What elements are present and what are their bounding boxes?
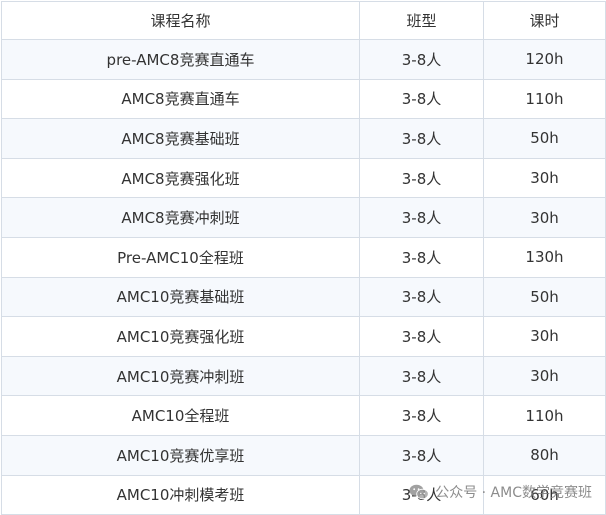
table-body: pre-AMC8竞赛直通车 3-8人 120h AMC8竞赛直通车 3-8人 1…	[1, 39, 606, 515]
cell-hours: 30h	[483, 197, 606, 238]
cell-hours: 50h	[483, 276, 606, 318]
course-table-page: 课程名称 班型 课时 pre-AMC8竞赛直通车 3-8人 120h AMC8竞…	[0, 0, 606, 515]
table-row: AMC8竞赛直通车 3-8人 110h	[1, 78, 606, 120]
cell-hours: 120h	[483, 39, 606, 80]
table-header: 课程名称 班型 课时	[1, 1, 606, 40]
cell-course-name: AMC10竞赛优享班	[1, 434, 360, 476]
cell-class-type: 3-8人	[359, 474, 484, 515]
table-row: AMC8竞赛强化班 3-8人 30h	[1, 157, 606, 199]
cell-hours: 50h	[483, 118, 606, 159]
table-row: AMC10竞赛强化班 3-8人 30h	[1, 316, 606, 357]
cell-hours: 30h	[483, 157, 606, 199]
cell-class-type: 3-8人	[359, 236, 484, 278]
cell-class-type: 3-8人	[359, 434, 484, 476]
cell-course-name: AMC8竞赛冲刺班	[1, 197, 360, 238]
cell-class-type: 3-8人	[359, 78, 484, 120]
cell-course-name: pre-AMC8竞赛直通车	[1, 39, 360, 80]
cell-hours: 110h	[483, 395, 606, 436]
header-row: 课程名称 班型 课时	[1, 1, 606, 40]
cell-class-type: 3-8人	[359, 39, 484, 80]
table-row: AMC8竞赛基础班 3-8人 50h	[1, 118, 606, 159]
cell-hours: 60h	[483, 474, 606, 515]
header-hours: 课时	[483, 1, 606, 40]
header-class-type: 班型	[359, 1, 484, 40]
table-row: AMC10冲刺模考班 3-8人 60h	[1, 474, 606, 515]
table-row: AMC10竞赛优享班 3-8人 80h	[1, 434, 606, 476]
table-row: pre-AMC8竞赛直通车 3-8人 120h	[1, 39, 606, 80]
header-course-name: 课程名称	[1, 1, 360, 40]
cell-class-type: 3-8人	[359, 118, 484, 159]
cell-course-name: AMC8竞赛直通车	[1, 78, 360, 120]
cell-course-name: AMC8竞赛强化班	[1, 157, 360, 199]
table-row: AMC10竞赛基础班 3-8人 50h	[1, 276, 606, 318]
cell-class-type: 3-8人	[359, 197, 484, 238]
cell-course-name: AMC10冲刺模考班	[1, 474, 360, 515]
cell-hours: 110h	[483, 78, 606, 120]
cell-hours: 30h	[483, 316, 606, 357]
table-row: AMC10竞赛冲刺班 3-8人 30h	[1, 355, 606, 397]
cell-class-type: 3-8人	[359, 316, 484, 357]
cell-hours: 130h	[483, 236, 606, 278]
cell-course-name: AMC10竞赛冲刺班	[1, 355, 360, 397]
cell-course-name: AMC10竞赛强化班	[1, 316, 360, 357]
cell-class-type: 3-8人	[359, 157, 484, 199]
table-row: AMC8竞赛冲刺班 3-8人 30h	[1, 197, 606, 238]
cell-class-type: 3-8人	[359, 276, 484, 318]
table-row: AMC10全程班 3-8人 110h	[1, 395, 606, 436]
cell-course-name: AMC10竞赛基础班	[1, 276, 360, 318]
table-row: Pre-AMC10全程班 3-8人 130h	[1, 236, 606, 278]
cell-class-type: 3-8人	[359, 395, 484, 436]
cell-course-name: AMC8竞赛基础班	[1, 118, 360, 159]
course-table: 课程名称 班型 课时 pre-AMC8竞赛直通车 3-8人 120h AMC8竞…	[1, 1, 606, 515]
cell-hours: 30h	[483, 355, 606, 397]
cell-hours: 80h	[483, 434, 606, 476]
cell-course-name: AMC10全程班	[1, 395, 360, 436]
cell-course-name: Pre-AMC10全程班	[1, 236, 360, 278]
cell-class-type: 3-8人	[359, 355, 484, 397]
